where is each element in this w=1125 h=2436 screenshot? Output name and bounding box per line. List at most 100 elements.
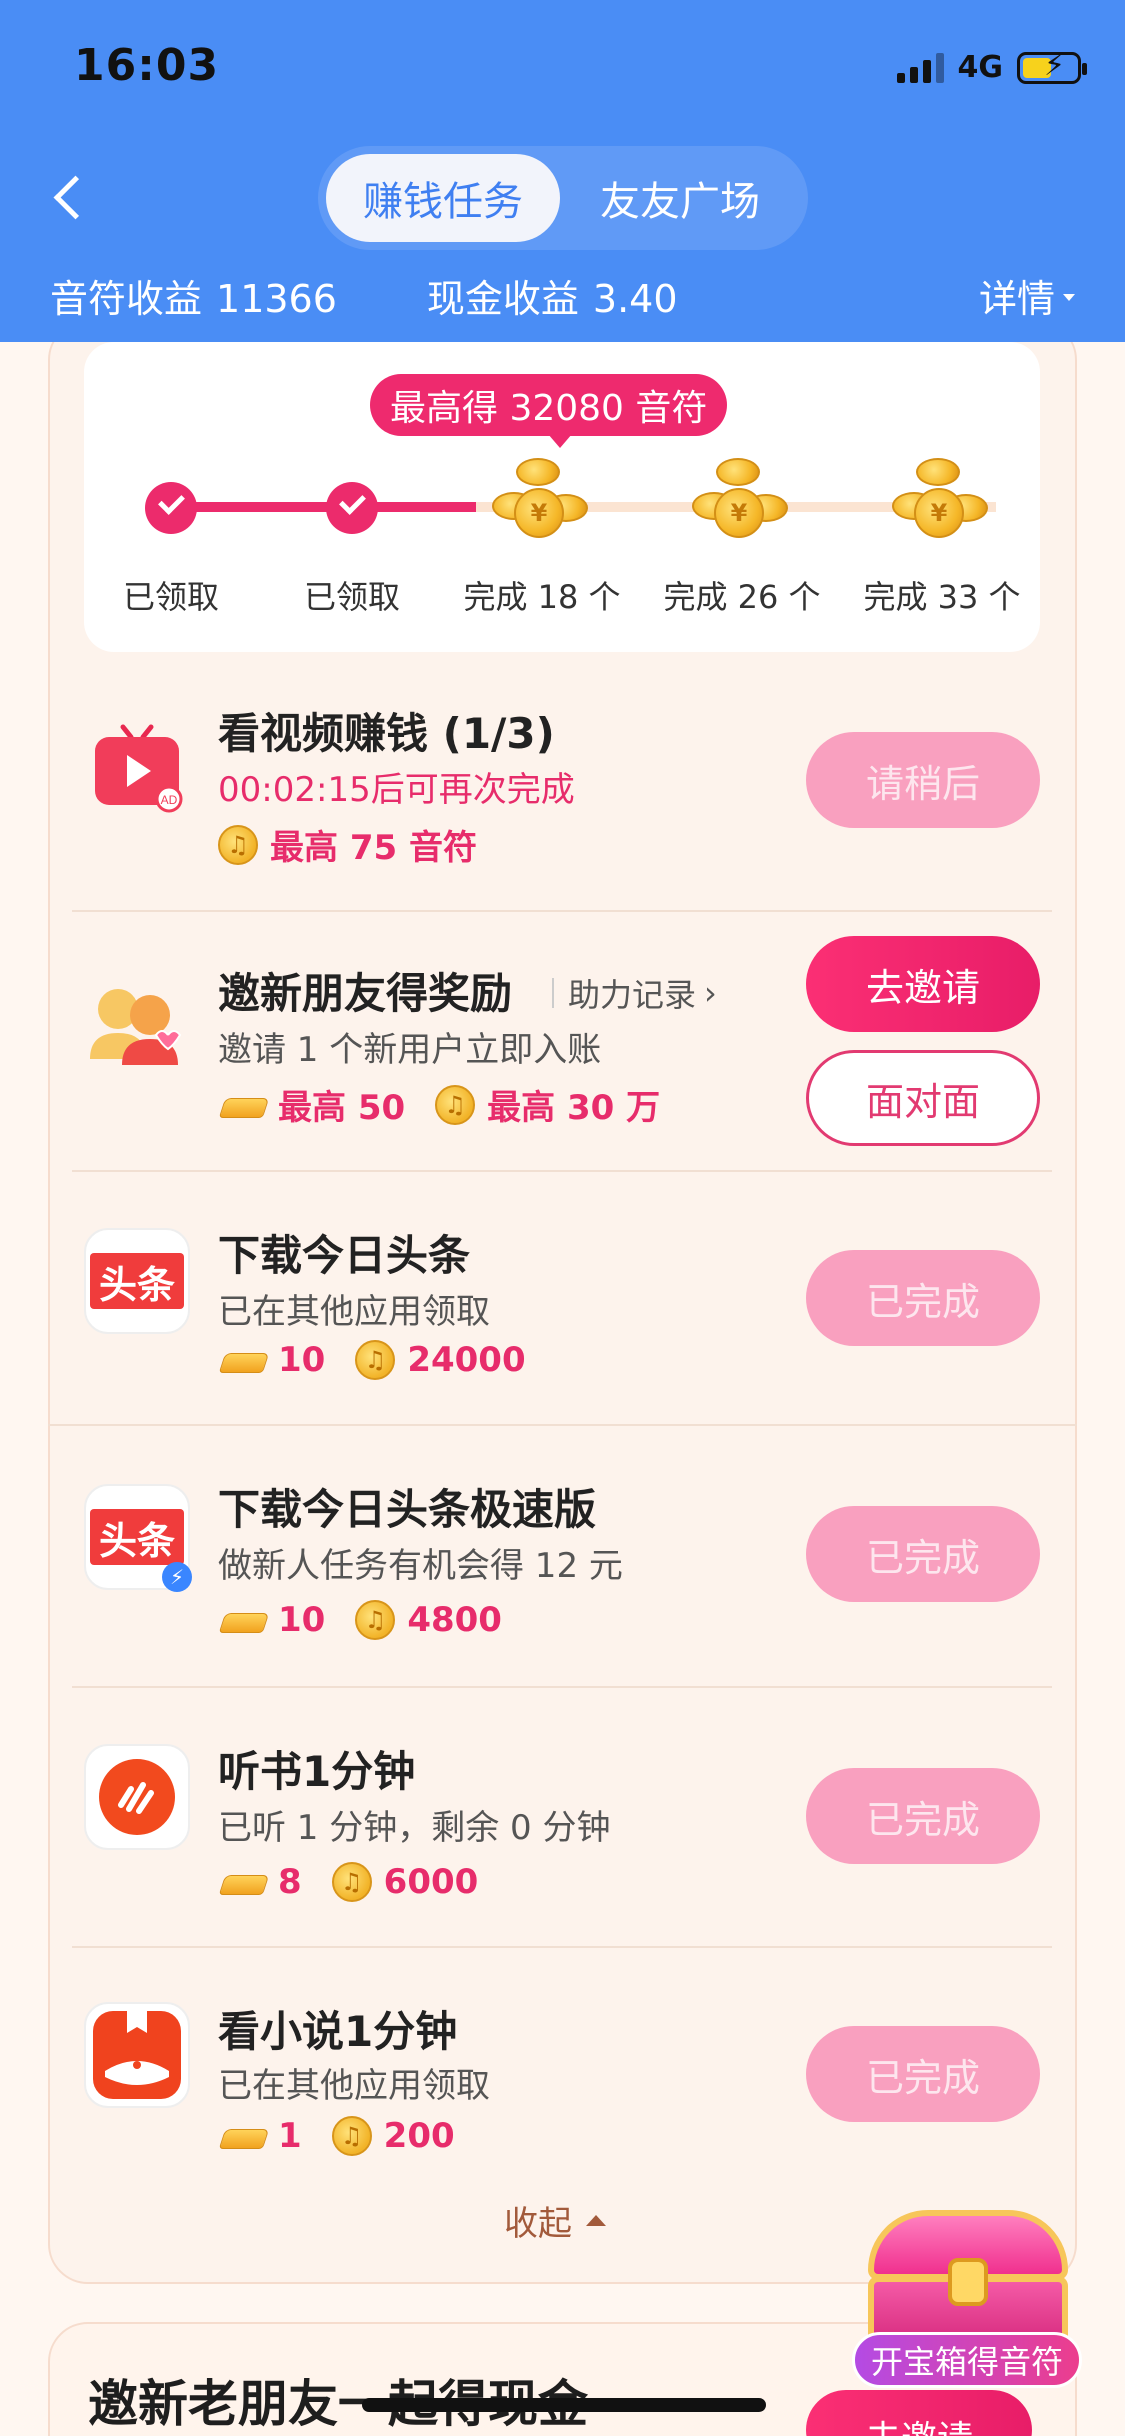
note-earnings: 音符收益 11366 bbox=[50, 268, 337, 323]
gold-reward: 10 bbox=[278, 1600, 326, 1640]
video-ad-icon: AD bbox=[84, 714, 190, 820]
gold-bar-icon bbox=[218, 1607, 268, 1633]
lock-icon bbox=[948, 2258, 988, 2306]
note-reward: 200 bbox=[383, 2116, 455, 2156]
step-4-label: 完成 26 个 bbox=[663, 578, 821, 616]
music-note-coin-icon: ♫ bbox=[331, 1862, 372, 1902]
step-5-coins-icon[interactable]: ¥ bbox=[886, 458, 998, 548]
completed-button[interactable]: 已完成 bbox=[806, 1768, 1040, 1864]
collapse-label: 收起 bbox=[504, 2204, 572, 2244]
tab-earn-tasks[interactable]: 赚钱任务 bbox=[326, 154, 560, 242]
invite-button[interactable]: 去邀请 bbox=[806, 936, 1040, 1032]
gold-bar-icon bbox=[218, 2123, 268, 2149]
reward-row: 1 ♫ 200 bbox=[218, 2116, 485, 2156]
task-title: 看小说1分钟 bbox=[218, 2007, 458, 2056]
music-note-coin-icon: ♫ bbox=[355, 1340, 396, 1380]
completed-button[interactable]: 已完成 bbox=[806, 1250, 1040, 1346]
toutiao-lite-icon: 头条 ⚡ bbox=[84, 1484, 192, 1592]
collapse-button[interactable]: 收起 bbox=[504, 2196, 606, 2245]
step-4-coins-icon[interactable]: ¥ bbox=[686, 458, 798, 548]
step-3-coins-icon[interactable]: ¥ bbox=[486, 458, 598, 548]
cash-earnings-value: 3.40 bbox=[592, 277, 678, 321]
friends-icon bbox=[84, 972, 190, 1078]
cash-earnings: 现金收益 3.40 bbox=[427, 268, 678, 323]
music-note-coin-icon: ♫ bbox=[218, 824, 258, 865]
completed-button[interactable]: 已完成 bbox=[806, 2026, 1040, 2122]
gold-reward: 10 bbox=[278, 1340, 326, 1380]
music-note-coin-icon: ♫ bbox=[435, 1084, 476, 1125]
back-button[interactable] bbox=[50, 168, 90, 228]
note-earnings-value: 11366 bbox=[216, 277, 337, 321]
task-listen-book: 听书1分钟 已听 1 分钟，剩余 0 分钟 8 ♫ 6000 已完成 bbox=[72, 1738, 1052, 1938]
reward-row: 10 ♫ 24000 bbox=[218, 1340, 556, 1380]
earnings-summary: 音符收益 11366 现金收益 3.40 详情 bbox=[50, 268, 1075, 323]
task-invite-friends: 邀新朋友得奖励 助力记录 › 邀请 1 个新用户立即入账 最高 50 ♫ 最高 3… bbox=[72, 936, 1052, 1180]
tab-friend-square[interactable]: 友友广场 bbox=[560, 154, 800, 242]
task-subtitle: 邀请 1 个新用户立即入账 bbox=[218, 1030, 602, 1070]
lightning-icon: ⚡ bbox=[162, 1562, 192, 1592]
gold-bar-icon bbox=[218, 1869, 268, 1895]
chevron-right-icon: › bbox=[704, 974, 717, 1012]
note-earnings-label: 音符收益 bbox=[50, 277, 203, 321]
reward-row: 最高 50 ♫ 最高 30 万 bbox=[218, 1080, 690, 1129]
progress-track-done bbox=[170, 502, 476, 512]
gold-reward: 1 bbox=[278, 2116, 302, 2156]
reward-row: 10 ♫ 4800 bbox=[218, 1600, 532, 1640]
toutiao-icon: 头条 bbox=[84, 1228, 190, 1334]
task-watch-video: AD 看视频赚钱 (1/3) 00:02:15后可再次完成 ♫ 最高 75 音符 … bbox=[72, 700, 1052, 900]
tab-bar: 赚钱任务 友友广场 bbox=[318, 146, 808, 250]
face-to-face-button[interactable]: 面对面 bbox=[806, 1050, 1040, 1146]
task-subtitle: 已在其他应用领取 bbox=[218, 1292, 490, 1332]
step-5-label: 完成 33 个 bbox=[863, 578, 1021, 616]
header: 16:03 4G ⚡ 赚钱任务 友友广场 音符收益 11366 现金收益 3.40 … bbox=[0, 0, 1125, 342]
network-type: 4G bbox=[957, 50, 1004, 85]
note-reward: 最高 75 音符 bbox=[270, 828, 477, 868]
assist-record-link[interactable]: 助力记录 › bbox=[552, 970, 717, 1016]
note-reward: 4800 bbox=[407, 1600, 502, 1640]
assist-record-label: 助力记录 bbox=[568, 976, 697, 1014]
divider bbox=[72, 910, 1052, 912]
task-subtitle: 已听 1 分钟，剩余 0 分钟 bbox=[218, 1808, 611, 1848]
task-subtitle: 做新人任务有机会得 12 元 bbox=[218, 1546, 623, 1586]
status-time: 16:03 bbox=[74, 40, 220, 91]
treasure-label: 开宝箱得音符 bbox=[852, 2332, 1082, 2388]
note-reward: 24000 bbox=[407, 1340, 526, 1380]
step-1-check-icon bbox=[145, 482, 197, 534]
audiobook-icon bbox=[84, 1744, 190, 1850]
step-3-label: 完成 18 个 bbox=[463, 578, 621, 616]
wait-button[interactable]: 请稍后 bbox=[806, 732, 1040, 828]
task-subtitle: 已在其他应用领取 bbox=[218, 2066, 490, 2106]
caret-down-icon bbox=[1063, 294, 1075, 301]
svg-text:AD: AD bbox=[161, 793, 178, 807]
gold-bar-icon bbox=[218, 1347, 268, 1373]
detail-label: 详情 bbox=[978, 277, 1055, 321]
task-countdown: 00:02:15后可再次完成 bbox=[218, 770, 575, 810]
triangle-up-icon bbox=[586, 2215, 606, 2226]
divider bbox=[72, 1686, 1052, 1688]
completed-button[interactable]: 已完成 bbox=[806, 1506, 1040, 1602]
task-read-novel: 看小说1分钟 已在其他应用领取 1 ♫ 200 已完成 bbox=[72, 1998, 1052, 2198]
treasure-chest-button[interactable]: 开宝箱得音符 bbox=[852, 2200, 1082, 2410]
novel-icon bbox=[84, 2002, 190, 2108]
home-indicator[interactable] bbox=[362, 2398, 766, 2412]
step-2-check-icon bbox=[326, 482, 378, 534]
task-title: 邀新朋友得奖励 bbox=[218, 969, 513, 1018]
divider bbox=[72, 1170, 1052, 1172]
task-download-toutiao-lite: 头条 ⚡ 下载今日头条极速版 做新人任务有机会得 12 元 10 ♫ 4800 已… bbox=[72, 1476, 1052, 1676]
reward-row: 8 ♫ 6000 bbox=[218, 1862, 508, 1902]
task-title: 听书1分钟 bbox=[218, 1747, 416, 1796]
task-download-toutiao: 头条 下载今日头条 已在其他应用领取 10 ♫ 24000 已完成 bbox=[72, 1222, 1052, 1422]
gold-reward: 8 bbox=[278, 1862, 302, 1902]
gold-reward: 最高 50 bbox=[278, 1088, 406, 1128]
signal-icon bbox=[896, 52, 944, 83]
battery-icon: ⚡ bbox=[1017, 50, 1087, 84]
music-note-coin-icon: ♫ bbox=[355, 1600, 396, 1640]
task-title: 看视频赚钱 (1/3) bbox=[218, 709, 555, 758]
gold-bar-icon bbox=[218, 1092, 268, 1118]
music-note-coin-icon: ♫ bbox=[331, 2116, 372, 2156]
step-1-label: 已领取 bbox=[122, 578, 219, 616]
max-reward-tooltip: 最高得 32080 音符 bbox=[370, 374, 728, 448]
detail-button[interactable]: 详情 bbox=[979, 268, 1075, 323]
note-reward: 最高 30 万 bbox=[487, 1088, 661, 1128]
step-2-label: 已领取 bbox=[303, 578, 400, 616]
